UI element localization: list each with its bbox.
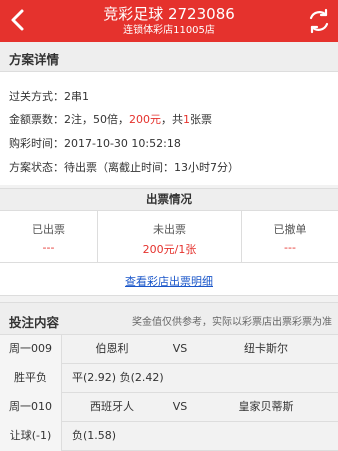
buy-time-value: 2017-10-30 10:52:18	[64, 137, 181, 150]
odds-row: 让球(-1) 负(1.58)	[0, 422, 338, 451]
ticket-section-title: 出票情况	[146, 192, 192, 206]
refresh-button[interactable]	[306, 8, 332, 34]
buy-time-label: 购彩时间：	[9, 137, 64, 150]
match-label: 周一009	[0, 335, 62, 364]
odds-value: 负(1.58)	[72, 429, 117, 442]
cancelled-cell: 已撤单 ---	[242, 211, 338, 263]
pass-row: 过关方式：2串1	[9, 88, 89, 104]
pass-value: 2串1	[64, 90, 89, 103]
amount-suffix: 张票	[190, 113, 212, 126]
bet-section-header: 投注内容 奖金值仅供参考，实际以彩票店出票彩票为准	[0, 302, 338, 335]
issued-label: 已出票	[32, 223, 65, 236]
page-title: 竞彩足球 2723086	[103, 5, 235, 23]
amount-prefix: 2注，50倍，	[64, 113, 129, 126]
ticket-status-grid: 已出票 --- 未出票 200元/1张 已撤单 ---	[0, 211, 338, 263]
store-name: 连锁体彩店11005店	[123, 25, 215, 36]
status-label: 方案状态：	[9, 161, 64, 174]
bet-section-title: 投注内容	[9, 315, 60, 330]
bet-note: 奖金值仅供参考，实际以彩票店出票彩票为准	[132, 317, 332, 328]
home-team: 西班牙人	[90, 400, 134, 413]
home-team: 伯恩利	[95, 342, 129, 355]
away-team: 纽卡斯尔	[244, 342, 288, 355]
vs-label: VS	[172, 400, 188, 413]
refresh-icon	[309, 8, 329, 34]
buy-time-row: 购彩时间：2017-10-30 10:52:18	[9, 135, 181, 151]
issued-cell: 已出票 ---	[0, 211, 98, 263]
pending-label: 未出票	[153, 223, 186, 236]
plan-section-title: 方案详情	[9, 52, 60, 67]
status-value: 待出票（离截止时间：13小时7分）	[64, 161, 239, 174]
detail-link-area: 查看彩店出票明细	[0, 263, 338, 296]
plan-details: 过关方式：2串1 金额票数：2注，50倍，200元，共1张票 购彩时间：2017…	[0, 72, 338, 185]
amount-money: 200元	[129, 113, 161, 126]
cancelled-value: ---	[284, 241, 296, 254]
amount-mid: ，共	[161, 113, 183, 126]
ticket-section-header: 出票情况	[0, 188, 338, 211]
match-label: 周一010	[0, 393, 62, 422]
vs-label: VS	[172, 342, 188, 355]
plan-section-header: 方案详情	[0, 42, 338, 72]
pending-cell: 未出票 200元/1张	[98, 211, 242, 263]
play-type-label: 胜平负	[0, 364, 62, 393]
issued-value: ---	[42, 241, 55, 254]
pending-value: 200元/1张	[142, 243, 197, 256]
status-row: 方案状态：待出票（离截止时间：13小时7分）	[9, 159, 239, 175]
match-row: 周一010 西班牙人 VS 皇家贝蒂斯	[0, 393, 338, 422]
pass-label: 过关方式：	[9, 90, 64, 103]
cancelled-label: 已撤单	[273, 223, 307, 236]
amount-label: 金额票数：	[9, 113, 64, 126]
chevron-left-icon	[11, 9, 24, 31]
amount-row: 金额票数：2注，50倍，200元，共1张票	[9, 111, 212, 127]
play-type-label: 让球(-1)	[0, 422, 62, 451]
away-team: 皇家贝蒂斯	[238, 400, 294, 413]
ticket-count: 1	[183, 113, 190, 126]
back-button[interactable]	[6, 6, 32, 34]
odds-value: 平(2.92) 负(2.42)	[72, 371, 164, 384]
ticket-detail-link[interactable]: 查看彩店出票明细	[125, 273, 213, 289]
app-header: 竞彩足球 2723086 连锁体彩店11005店	[0, 0, 338, 42]
match-row: 周一009 伯恩利 VS 纽卡斯尔	[0, 335, 338, 364]
odds-row: 胜平负 平(2.92) 负(2.42)	[0, 364, 338, 393]
